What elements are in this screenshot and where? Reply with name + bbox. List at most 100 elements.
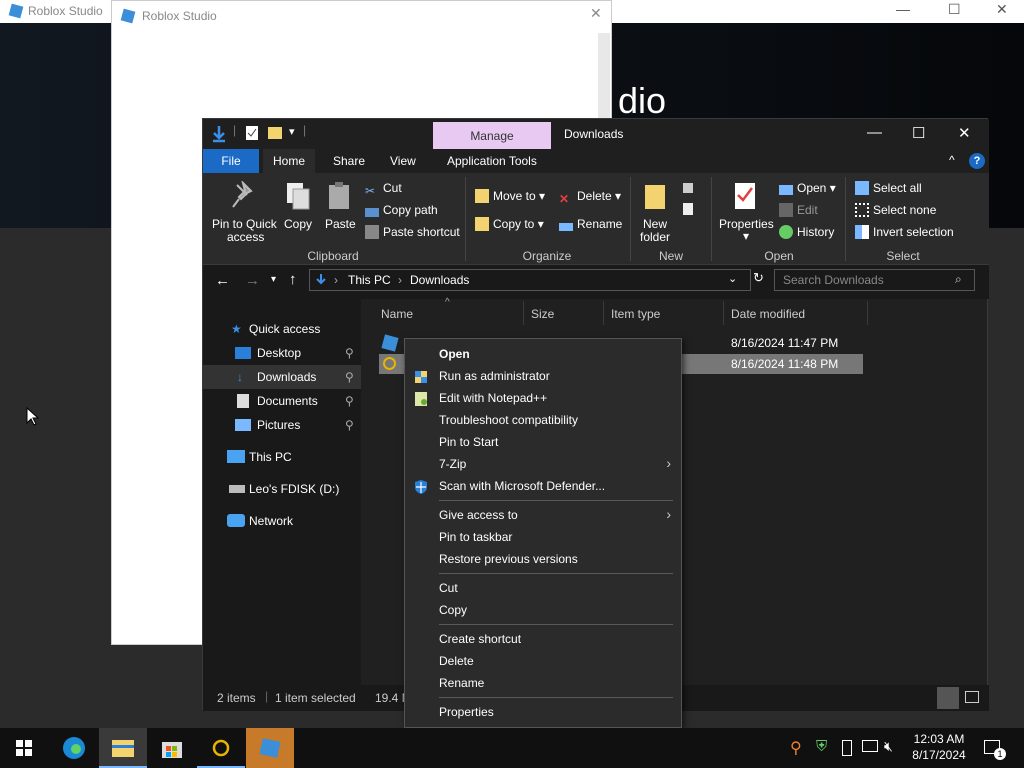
- rename-button[interactable]: Rename: [559, 217, 622, 231]
- menu-item-delete[interactable]: Delete: [439, 654, 474, 668]
- taskbar-installer[interactable]: [197, 728, 245, 768]
- nav-network-label: Network: [249, 514, 294, 528]
- menu-item-7zip[interactable]: 7-Zip: [439, 457, 466, 471]
- status-item-count: 2 items: [217, 691, 256, 705]
- cut-button[interactable]: ✂ Cut: [365, 181, 402, 198]
- search-placeholder: Search Downloads: [783, 273, 884, 287]
- nav-downloads[interactable]: ↓ Downloads ⚲: [203, 365, 361, 389]
- select-all-button[interactable]: Select all: [855, 181, 922, 195]
- taskbar-store[interactable]: [148, 728, 196, 768]
- menu-item-restore-versions[interactable]: Restore previous versions: [439, 552, 578, 566]
- menu-item-edit-notepad[interactable]: Edit with Notepad++: [439, 391, 547, 405]
- search-tray-icon[interactable]: ⚲: [790, 738, 802, 758]
- nav-desktop[interactable]: Desktop ⚲: [203, 341, 361, 365]
- taskbar-edge[interactable]: [50, 728, 98, 768]
- copy-to-button[interactable]: Copy to ▾: [475, 217, 544, 231]
- nav-pictures-label: Pictures: [257, 418, 301, 432]
- nav-pictures[interactable]: Pictures ⚲: [203, 413, 361, 437]
- edit-label: Edit: [797, 203, 818, 217]
- column-size[interactable]: Size: [531, 307, 554, 321]
- breadcrumb-this-pc[interactable]: This PC: [348, 273, 391, 287]
- tab-home[interactable]: Home: [263, 149, 316, 173]
- minimize-icon[interactable]: —: [867, 124, 882, 141]
- search-input[interactable]: Search Downloads ⌕: [774, 269, 975, 291]
- recent-locations-icon[interactable]: ▾: [271, 274, 276, 285]
- network-tray-icon[interactable]: [862, 740, 878, 752]
- security-shield-icon[interactable]: ⛨: [816, 738, 827, 755]
- close-icon[interactable]: ✕: [590, 5, 602, 22]
- copy-button[interactable]: Copy: [284, 217, 312, 231]
- select-none-button[interactable]: Select none: [855, 203, 936, 217]
- taskbar-file-explorer[interactable]: [99, 728, 147, 768]
- back-arrow-icon[interactable]: ←: [215, 272, 230, 289]
- explorer-titlebar[interactable]: | ▾ | Manage Downloads — ☐ ✕: [203, 119, 989, 149]
- edit-button[interactable]: Edit: [779, 203, 818, 217]
- copy-path-button[interactable]: Copy path: [365, 203, 438, 217]
- splash-title: Roblox Studio: [142, 9, 217, 23]
- delete-button[interactable]: ✕ Delete ▾: [559, 189, 621, 206]
- history-button[interactable]: History: [779, 225, 834, 239]
- menu-item-copy[interactable]: Copy: [439, 603, 467, 617]
- nav-this-pc[interactable]: This PC: [203, 445, 361, 469]
- column-date-modified[interactable]: Date modified: [731, 307, 805, 321]
- new-folder-icon[interactable]: [267, 126, 283, 140]
- refresh-icon[interactable]: ↻: [753, 270, 764, 286]
- close-icon[interactable]: ✕: [996, 1, 1008, 18]
- start-button[interactable]: [0, 728, 48, 768]
- column-name[interactable]: Name: [381, 307, 413, 321]
- network-icon: [227, 514, 245, 527]
- properties-dropdown-icon[interactable]: ▾: [743, 229, 749, 243]
- menu-item-scan-defender[interactable]: Scan with Microsoft Defender...: [439, 479, 605, 493]
- paste-shortcut-button[interactable]: Paste shortcut: [365, 225, 460, 239]
- clock[interactable]: 12:03 AM 8/17/2024: [906, 731, 972, 763]
- menu-item-properties[interactable]: Properties: [439, 705, 494, 719]
- close-icon[interactable]: ✕: [958, 124, 971, 142]
- help-icon[interactable]: ?: [969, 153, 985, 169]
- chevron-down-icon[interactable]: ⌄: [728, 272, 737, 285]
- splash-scrollbar[interactable]: [598, 33, 610, 123]
- menu-item-rename[interactable]: Rename: [439, 676, 484, 690]
- nav-quick-access[interactable]: ★ Quick access: [203, 317, 361, 341]
- taskbar-roblox-studio[interactable]: [246, 728, 294, 768]
- copy-path-icon: [365, 208, 379, 217]
- menu-item-cut[interactable]: Cut: [439, 581, 458, 595]
- tab-view[interactable]: View: [380, 149, 426, 173]
- nav-documents[interactable]: Documents ⚲: [203, 389, 361, 413]
- menu-item-run-as-admin[interactable]: Run as administrator: [439, 369, 550, 383]
- forward-arrow-icon[interactable]: →: [245, 272, 260, 289]
- chevron-down-icon[interactable]: ▾: [289, 125, 295, 138]
- column-item-type[interactable]: Item type: [611, 307, 660, 321]
- nav-drive-d[interactable]: Leo's FDISK (D:): [203, 477, 361, 501]
- breadcrumb-downloads[interactable]: Downloads: [410, 273, 469, 287]
- menu-item-pin-to-start[interactable]: Pin to Start: [439, 435, 498, 449]
- collapse-ribbon-icon[interactable]: ^: [949, 153, 955, 167]
- menu-item-give-access[interactable]: Give access to: [439, 508, 518, 522]
- nav-network[interactable]: Network: [203, 509, 361, 533]
- menu-item-open[interactable]: Open: [439, 347, 470, 361]
- menu-item-create-shortcut[interactable]: Create shortcut: [439, 632, 521, 646]
- properties-icon[interactable]: [245, 125, 259, 141]
- open-button[interactable]: Open ▾: [779, 181, 836, 195]
- address-input[interactable]: › This PC › Downloads ⌄: [309, 269, 751, 291]
- maximize-icon[interactable]: ☐: [912, 124, 925, 142]
- large-icons-view-icon[interactable]: [965, 691, 979, 703]
- minimize-icon[interactable]: —: [896, 1, 910, 17]
- tab-file[interactable]: File: [203, 149, 259, 173]
- open-label: Open: [797, 181, 827, 195]
- new-folder-button[interactable]: New: [643, 217, 667, 231]
- pin-quick-access-button[interactable]: Pin to Quick: [212, 217, 277, 231]
- tab-manage[interactable]: Manage: [433, 122, 551, 149]
- usb-device-icon[interactable]: [842, 740, 852, 756]
- up-arrow-icon[interactable]: ↑: [289, 271, 297, 288]
- paste-button[interactable]: Paste: [325, 217, 356, 231]
- maximize-icon[interactable]: ☐: [948, 1, 961, 18]
- move-to-button[interactable]: Move to ▾: [475, 189, 545, 203]
- menu-item-troubleshoot[interactable]: Troubleshoot compatibility: [439, 413, 578, 427]
- tab-application-tools[interactable]: Application Tools: [437, 149, 547, 173]
- new-item-icon[interactable]: [681, 181, 703, 221]
- invert-selection-button[interactable]: Invert selection: [855, 225, 954, 239]
- menu-item-pin-taskbar[interactable]: Pin to taskbar: [439, 530, 512, 544]
- details-view-icon[interactable]: [937, 687, 959, 709]
- tab-share[interactable]: Share: [323, 149, 375, 173]
- volume-muted-icon[interactable]: 🔇︎: [884, 738, 893, 755]
